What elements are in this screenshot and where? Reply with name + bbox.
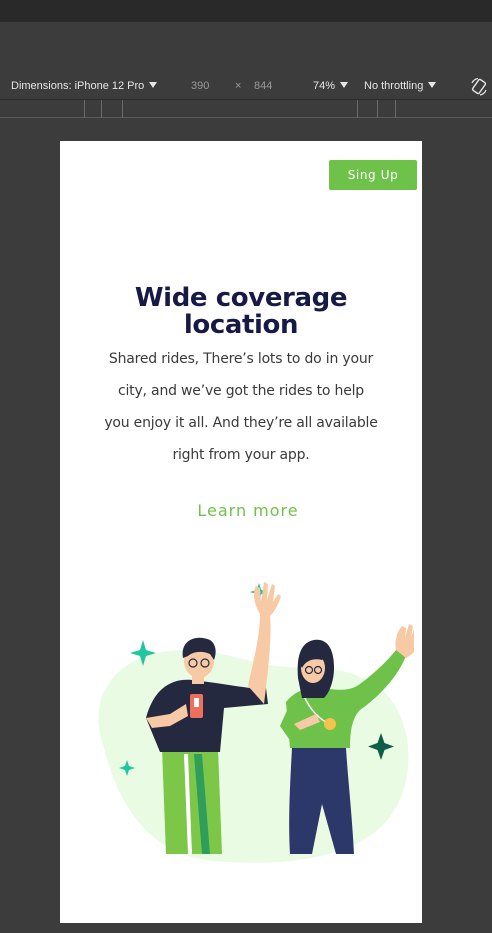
- page-title: Wide coverage location: [60, 285, 422, 339]
- ride-sharing-illustration: [98, 582, 414, 863]
- height-input[interactable]: 844: [254, 80, 272, 92]
- dropdown-caret-icon: [340, 82, 349, 88]
- title-line-2: location: [183, 310, 299, 340]
- times-symbol: ×: [235, 80, 242, 92]
- rotate-icon: [471, 77, 487, 96]
- throttling-label: No throttling: [364, 80, 424, 92]
- zoom-label: 74%: [313, 80, 336, 92]
- media-query-ruler: [0, 99, 492, 118]
- dimensions-dropdown[interactable]: Dimensions: iPhone 12 Pro: [11, 80, 158, 92]
- throttling-dropdown[interactable]: No throttling: [364, 80, 437, 92]
- devtools-toolbar-area: [0, 22, 492, 77]
- rotate-button[interactable]: [470, 77, 488, 100]
- dropdown-caret-icon: [149, 82, 158, 88]
- width-input[interactable]: 390: [191, 80, 209, 92]
- dimensions-label: Dimensions: iPhone 12 Pro: [11, 80, 145, 92]
- description-text: Shared rides, There’s lots to do in your…: [104, 351, 378, 463]
- device-toolbar: Dimensions: iPhone 12 Pro 390 × 844 74% …: [0, 77, 492, 99]
- signup-button[interactable]: Sing Up: [329, 160, 417, 190]
- title-line-1: Wide coverage: [134, 283, 348, 313]
- learn-more-link[interactable]: Learn more: [60, 501, 422, 520]
- dropdown-caret-icon: [428, 82, 437, 88]
- zoom-dropdown[interactable]: 74%: [313, 80, 349, 92]
- device-viewport: Sing Up Wide coverage location Shared ri…: [60, 141, 422, 923]
- browser-top-bar: [0, 0, 492, 22]
